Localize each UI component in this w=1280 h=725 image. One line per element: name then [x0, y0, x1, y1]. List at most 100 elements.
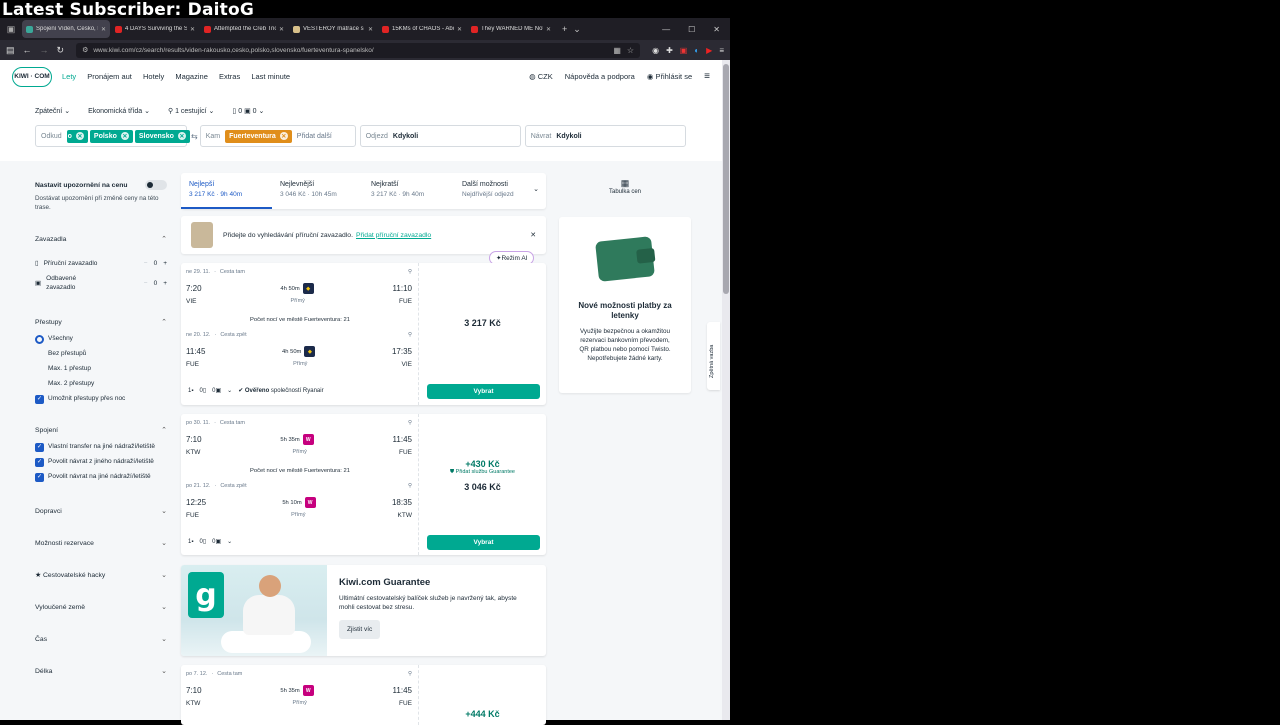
- sidebar-toggle-icon[interactable]: ▣: [4, 22, 18, 36]
- increment-button[interactable]: +: [163, 280, 167, 287]
- result-card[interactable]: po 7. 12. · Cesta tam ⚲ 7:10 5h 35m W 11:45 KT…: [181, 665, 546, 725]
- browser-tab[interactable]: VESTERÖY matrace s taš✕: [289, 20, 377, 38]
- close-tab-icon[interactable]: ✕: [368, 26, 373, 33]
- carriers-filter[interactable]: Dopravci ⌄: [35, 507, 167, 516]
- connection-checkbox[interactable]: ✓ Vlastní transfer na jiné nádraží/letišt…: [35, 443, 167, 453]
- chevron-down-icon[interactable]: ⌄: [227, 387, 232, 394]
- close-tab-icon[interactable]: ✕: [101, 26, 106, 33]
- help-link[interactable]: Nápověda a podpora: [565, 72, 635, 81]
- sort-tab-cheapest[interactable]: Nejlevnější 3 046 Kč · 10h 45m: [272, 173, 363, 209]
- remove-chip-icon[interactable]: ✕: [75, 132, 84, 140]
- browser-tab[interactable]: They WARNED ME Not ✕: [467, 20, 555, 38]
- price-table-button[interactable]: ▦ Tabulka cen: [559, 178, 691, 195]
- travel-hacks-filter[interactable]: ★ Cestovatelské hacky ⌄: [35, 571, 167, 579]
- chevron-down-icon[interactable]: ⌄: [227, 538, 232, 545]
- nav-extras[interactable]: Extras: [219, 72, 240, 81]
- pin-icon[interactable]: ⚲: [408, 671, 412, 677]
- browser-tab[interactable]: Attempted the Creb Trio ✕: [200, 20, 288, 38]
- site-info-icon[interactable]: ⚙: [82, 46, 88, 54]
- sort-tab-best[interactable]: Nejlepší 3 217 Kč · 9h 40m: [181, 173, 272, 209]
- hamburger-menu-icon[interactable]: ≡: [704, 71, 710, 82]
- remove-chip-icon[interactable]: ✕: [177, 132, 186, 140]
- decrement-button[interactable]: −: [144, 260, 148, 267]
- menu-icon[interactable]: ≡: [719, 46, 724, 55]
- tab-list-icon[interactable]: ⌄: [573, 24, 581, 35]
- new-tab-icon[interactable]: +: [562, 24, 567, 34]
- pin-icon[interactable]: ⚲: [408, 269, 412, 275]
- overnight-checkbox[interactable]: ✓ Umožnit přestupy přes noc: [35, 395, 167, 405]
- bags-filter-header[interactable]: Zavazadla ⌃: [35, 235, 167, 244]
- scrollbar-thumb[interactable]: [723, 64, 729, 294]
- browser-tab[interactable]: 4 DAYS Surviving the SV ✕: [111, 20, 199, 38]
- nav-last-minute[interactable]: Last minute: [251, 72, 290, 81]
- feedback-tab[interactable]: Zpětná vazba: [707, 322, 720, 390]
- maximize-icon[interactable]: ☐: [688, 25, 695, 34]
- connection-checkbox[interactable]: ✓ Povolit návrat na jiné nádraží/letiště: [35, 473, 167, 483]
- add-cabin-bag-link[interactable]: Přidat příruční zavazadlo: [356, 232, 431, 239]
- add-guarantee-link[interactable]: ⛊ Přidat službu Guarantee: [419, 469, 546, 476]
- kiwi-logo[interactable]: KIWI · COM: [12, 66, 52, 87]
- excluded-countries-filter[interactable]: Vyloučené země ⌄: [35, 603, 167, 612]
- address-bar[interactable]: ⚙ www.kiwi.com/cz/search/results/viden-r…: [76, 42, 641, 58]
- stops-option[interactable]: Všechny: [35, 335, 167, 345]
- stops-option[interactable]: Max. 2 přestupy: [35, 380, 167, 389]
- sort-tab-fastest[interactable]: Nejkratší 3 217 Kč · 9h 40m: [363, 173, 454, 209]
- sort-tab-more[interactable]: Další možnosti Nejdřívější odjezd ⌄: [454, 173, 545, 209]
- close-tab-icon[interactable]: ✕: [457, 26, 462, 33]
- forward-icon[interactable]: →: [40, 45, 49, 55]
- browser-tab[interactable]: Spojení Vídeň, Česko, P ✕: [22, 20, 110, 38]
- result-card[interactable]: ne 29. 11. · Cesta tam ⚲ 7:20 4h 50m ◆ 11:10 V…: [181, 263, 546, 405]
- close-tab-icon[interactable]: ✕: [279, 26, 284, 33]
- select-button[interactable]: Vybrat: [427, 384, 540, 399]
- browser-tab[interactable]: 15KMs of CHAOS - Abo ✕: [378, 20, 466, 38]
- time-filter[interactable]: Čas ⌄: [35, 635, 167, 644]
- connection-filter-header[interactable]: Spojení ⌃: [35, 426, 167, 435]
- connection-checkbox[interactable]: ✓ Povolit návrat z jiného nádraží/letiště: [35, 458, 167, 468]
- trip-type-dropdown[interactable]: Zpáteční ⌄: [35, 107, 70, 115]
- nav-car-rental[interactable]: Pronájem aut: [87, 72, 132, 81]
- price-alert-toggle[interactable]: [145, 180, 167, 190]
- pin-icon[interactable]: ⚲: [408, 332, 412, 338]
- page-scrollbar[interactable]: [722, 60, 730, 720]
- return-date-field[interactable]: Návrat Kdykoli: [524, 125, 686, 147]
- account-icon[interactable]: ◉: [652, 46, 659, 55]
- sidebar-icon[interactable]: ▤: [6, 45, 15, 56]
- remove-chip-icon[interactable]: ✕: [279, 132, 288, 140]
- close-tab-icon[interactable]: ✕: [190, 26, 195, 33]
- result-card[interactable]: po 30. 11. · Cesta tam ⚲ 7:10 5h 35m W 11:45 K…: [181, 414, 546, 555]
- pin-icon[interactable]: ⚲: [408, 483, 412, 489]
- increment-button[interactable]: +: [163, 260, 167, 267]
- close-icon[interactable]: ✕: [530, 231, 536, 239]
- origin-field[interactable]: Odkud o ✕ Polsko ✕ Slovensko ✕: [35, 125, 190, 147]
- stops-option[interactable]: Bez přestupů: [35, 350, 167, 359]
- reload-icon[interactable]: ↻: [57, 45, 65, 56]
- destination-field[interactable]: Kam Fuerteventura ✕ Přidat další: [199, 125, 356, 147]
- minimize-icon[interactable]: —: [662, 25, 670, 34]
- stops-option[interactable]: Max. 1 přestup: [35, 365, 167, 374]
- swap-icon[interactable]: ⇆: [191, 132, 198, 141]
- bags-dropdown[interactable]: ▯ 0 ▣ 0 ⌄: [232, 107, 264, 115]
- nav-hotels[interactable]: Hotely: [143, 72, 164, 81]
- close-tab-icon[interactable]: ✕: [546, 26, 551, 33]
- passengers-dropdown[interactable]: ⚲ 1 cestující ⌄: [168, 107, 214, 115]
- booking-options-filter[interactable]: Možnosti rezervace ⌄: [35, 539, 167, 548]
- select-button[interactable]: Vybrat: [427, 535, 540, 550]
- pin-icon[interactable]: ⚲: [408, 420, 412, 426]
- learn-more-button[interactable]: Zjistit víc: [339, 619, 381, 639]
- currency-selector[interactable]: ◍ CZK: [529, 72, 553, 81]
- nav-flights[interactable]: Lety: [62, 72, 76, 81]
- extension-icon[interactable]: ◐: [694, 46, 699, 55]
- nav-magazine[interactable]: Magazine: [175, 72, 208, 81]
- cabin-class-dropdown[interactable]: Ekonomická třída ⌄: [88, 107, 150, 115]
- close-window-icon[interactable]: ✕: [713, 25, 720, 34]
- decrement-button[interactable]: −: [144, 280, 148, 287]
- duration-filter[interactable]: Délka ⌄: [35, 667, 167, 676]
- back-icon[interactable]: ←: [23, 45, 32, 55]
- youtube-extension-icon[interactable]: ▶: [706, 46, 712, 55]
- stops-filter-header[interactable]: Přestupy ⌃: [35, 318, 167, 327]
- extension-icon[interactable]: ▣: [680, 46, 688, 55]
- extensions-icon[interactable]: ✚: [666, 46, 673, 55]
- reader-view-icon[interactable]: ▦: [613, 46, 621, 55]
- remove-chip-icon[interactable]: ✕: [120, 132, 129, 140]
- bookmark-star-icon[interactable]: ☆: [627, 46, 634, 55]
